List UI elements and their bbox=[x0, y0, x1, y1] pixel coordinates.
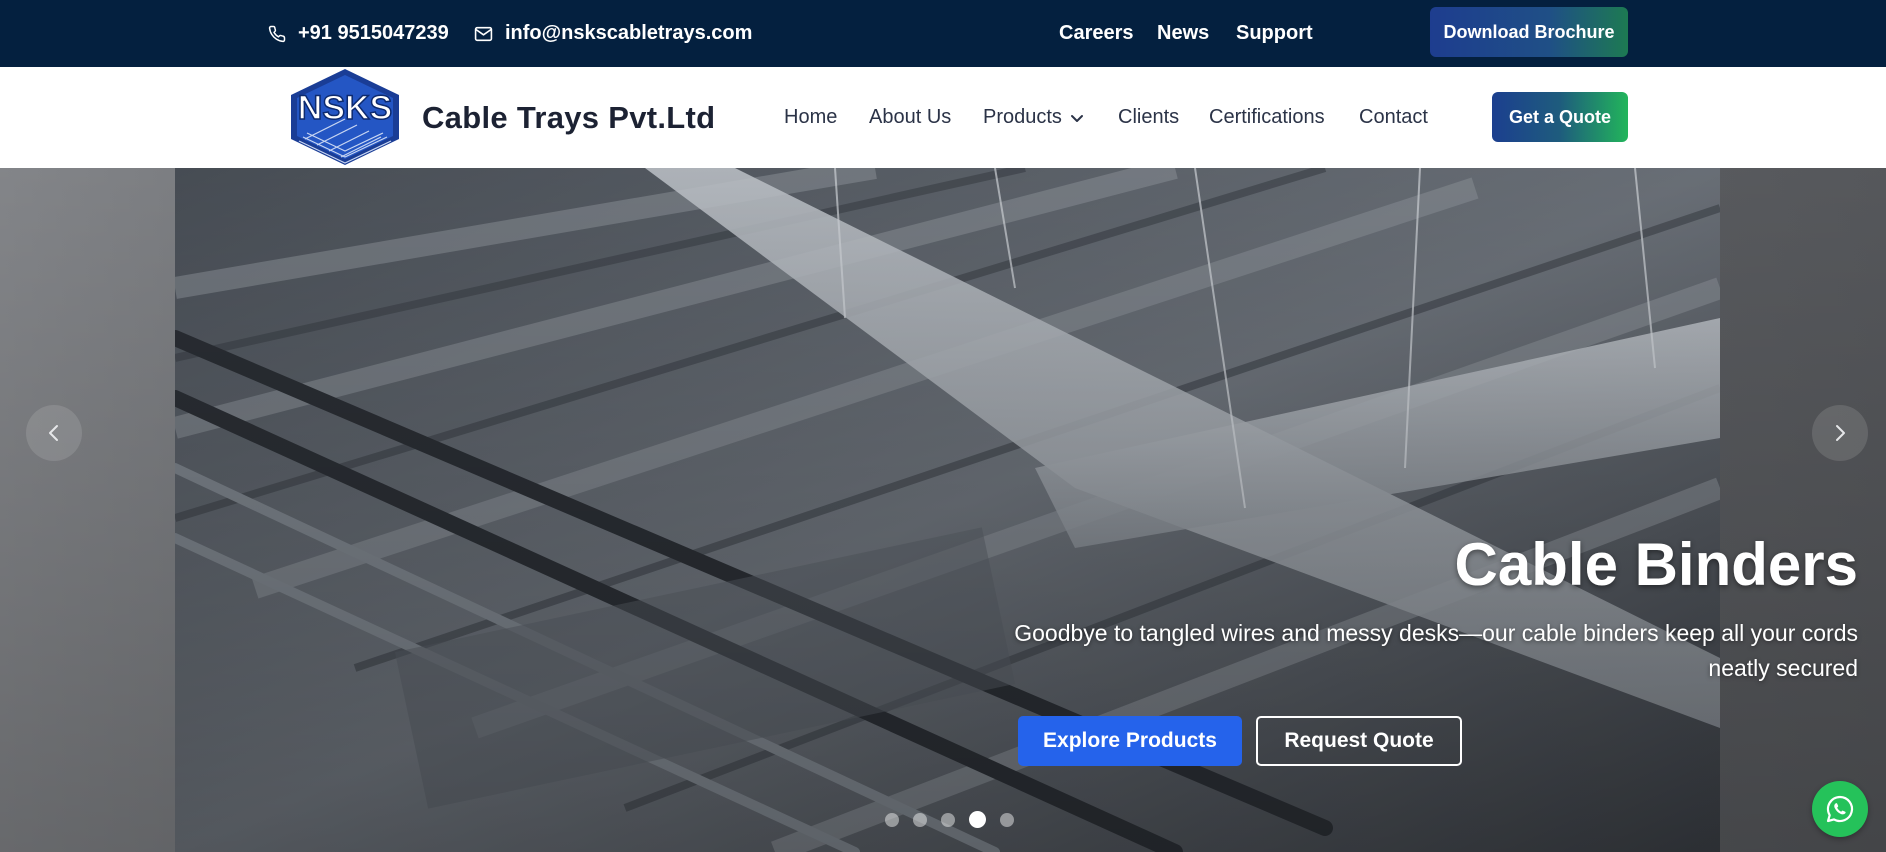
email-contact[interactable]: info@nskscabletrays.com bbox=[474, 0, 752, 67]
chevron-right-icon bbox=[1836, 425, 1845, 441]
request-quote-button[interactable]: Request Quote bbox=[1256, 716, 1462, 766]
nav-products-label: Products bbox=[983, 106, 1062, 128]
news-link[interactable]: News bbox=[1157, 0, 1209, 67]
top-bar: +91 9515047239 info@nskscabletrays.com C… bbox=[0, 0, 1886, 67]
svg-text:NSKS: NSKS bbox=[298, 89, 392, 127]
nav-home[interactable]: Home bbox=[784, 67, 837, 168]
email-address: info@nskscabletrays.com bbox=[505, 22, 753, 44]
phone-number: +91 9515047239 bbox=[298, 22, 449, 44]
nav-clients[interactable]: Clients bbox=[1118, 67, 1179, 168]
nav-products[interactable]: Products bbox=[983, 67, 1084, 168]
slide-dot[interactable] bbox=[1000, 812, 1014, 827]
whatsapp-icon bbox=[1826, 795, 1854, 823]
support-link[interactable]: Support bbox=[1236, 0, 1313, 67]
hero-subtitle: Goodbye to tangled wires and messy desks… bbox=[1014, 620, 1858, 681]
slide-dot[interactable] bbox=[913, 812, 927, 827]
slide-dot[interactable] bbox=[885, 812, 899, 827]
explore-products-button[interactable]: Explore Products bbox=[1018, 716, 1242, 766]
company-logo[interactable]: NSKS bbox=[287, 67, 403, 167]
slide-dot[interactable] bbox=[941, 812, 955, 827]
slide-indicators bbox=[885, 811, 1014, 828]
whatsapp-chat-button[interactable] bbox=[1812, 781, 1868, 837]
download-brochure-button[interactable]: Download Brochure bbox=[1430, 7, 1628, 57]
slide-dot-active[interactable] bbox=[969, 811, 986, 828]
mail-icon bbox=[474, 26, 493, 41]
prev-slide-button[interactable] bbox=[26, 405, 82, 461]
brand-name[interactable]: Cable Trays Pvt.Ltd bbox=[422, 67, 715, 168]
chevron-down-icon bbox=[1070, 114, 1083, 122]
phone-icon bbox=[268, 25, 286, 42]
nav-certifications[interactable]: Certifications bbox=[1209, 67, 1325, 168]
nav-about-us[interactable]: About Us bbox=[869, 67, 951, 168]
nav-contact[interactable]: Contact bbox=[1359, 67, 1428, 168]
main-navbar: NSKS Cable Trays Pvt.Ltd Home About Us P… bbox=[0, 67, 1886, 168]
next-slide-button[interactable] bbox=[1812, 405, 1868, 461]
chevron-left-icon bbox=[49, 425, 58, 441]
hero-slider: Cable Binders Goodbye to tangled wires a… bbox=[0, 168, 1886, 852]
hero-overlay bbox=[0, 168, 1886, 852]
careers-link[interactable]: Careers bbox=[1059, 0, 1134, 67]
hero-title: Cable Binders bbox=[1454, 531, 1858, 598]
phone-contact[interactable]: +91 9515047239 bbox=[268, 0, 449, 67]
get-a-quote-button[interactable]: Get a Quote bbox=[1492, 92, 1628, 142]
